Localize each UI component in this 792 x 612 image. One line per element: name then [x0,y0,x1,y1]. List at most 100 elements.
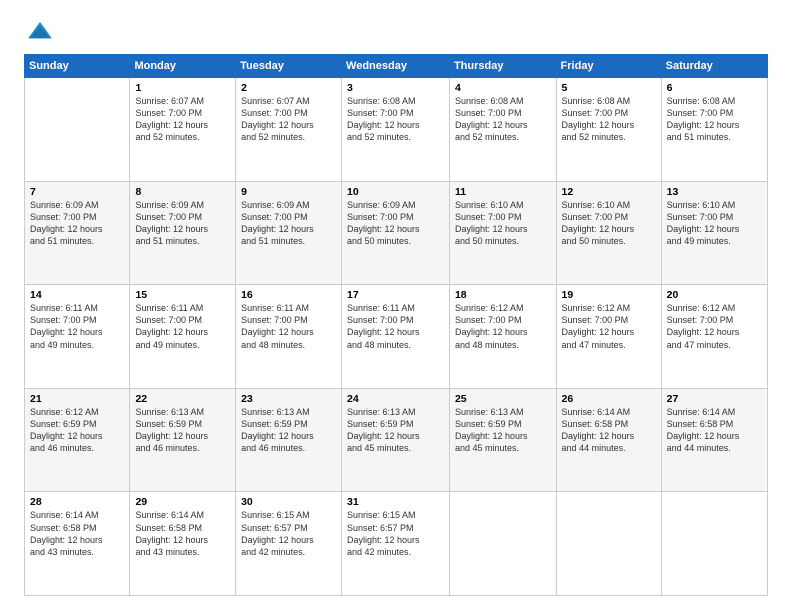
calendar-cell: 8Sunrise: 6:09 AMSunset: 7:00 PMDaylight… [130,181,236,285]
day-number: 31 [347,496,444,508]
day-info: Sunrise: 6:15 AMSunset: 6:57 PMDaylight:… [241,509,336,558]
day-number: 14 [30,289,124,301]
calendar-cell: 9Sunrise: 6:09 AMSunset: 7:00 PMDaylight… [236,181,342,285]
day-number: 6 [667,82,762,94]
day-number: 13 [667,186,762,198]
day-info: Sunrise: 6:08 AMSunset: 7:00 PMDaylight:… [455,95,551,144]
calendar-cell: 10Sunrise: 6:09 AMSunset: 7:00 PMDayligh… [342,181,450,285]
calendar-cell: 7Sunrise: 6:09 AMSunset: 7:00 PMDaylight… [25,181,130,285]
calendar-cell: 14Sunrise: 6:11 AMSunset: 7:00 PMDayligh… [25,285,130,389]
day-info: Sunrise: 6:07 AMSunset: 7:00 PMDaylight:… [135,95,230,144]
day-info: Sunrise: 6:13 AMSunset: 6:59 PMDaylight:… [135,406,230,455]
calendar-week-3: 14Sunrise: 6:11 AMSunset: 7:00 PMDayligh… [25,285,768,389]
day-info: Sunrise: 6:13 AMSunset: 6:59 PMDaylight:… [241,406,336,455]
calendar-cell: 30Sunrise: 6:15 AMSunset: 6:57 PMDayligh… [236,492,342,596]
calendar-week-2: 7Sunrise: 6:09 AMSunset: 7:00 PMDaylight… [25,181,768,285]
calendar-cell: 31Sunrise: 6:15 AMSunset: 6:57 PMDayligh… [342,492,450,596]
calendar-cell: 4Sunrise: 6:08 AMSunset: 7:00 PMDaylight… [449,78,556,182]
calendar-cell: 26Sunrise: 6:14 AMSunset: 6:58 PMDayligh… [556,388,661,492]
day-info: Sunrise: 6:11 AMSunset: 7:00 PMDaylight:… [241,302,336,351]
calendar-cell: 21Sunrise: 6:12 AMSunset: 6:59 PMDayligh… [25,388,130,492]
day-info: Sunrise: 6:11 AMSunset: 7:00 PMDaylight:… [135,302,230,351]
calendar-cell: 19Sunrise: 6:12 AMSunset: 7:00 PMDayligh… [556,285,661,389]
calendar-cell: 11Sunrise: 6:10 AMSunset: 7:00 PMDayligh… [449,181,556,285]
col-header-wednesday: Wednesday [342,55,450,78]
day-info: Sunrise: 6:12 AMSunset: 6:59 PMDaylight:… [30,406,124,455]
day-info: Sunrise: 6:09 AMSunset: 7:00 PMDaylight:… [30,199,124,248]
day-number: 15 [135,289,230,301]
calendar-cell: 28Sunrise: 6:14 AMSunset: 6:58 PMDayligh… [25,492,130,596]
logo-general [24,20,54,48]
calendar-cell: 13Sunrise: 6:10 AMSunset: 7:00 PMDayligh… [661,181,767,285]
day-info: Sunrise: 6:08 AMSunset: 7:00 PMDaylight:… [347,95,444,144]
day-info: Sunrise: 6:12 AMSunset: 7:00 PMDaylight:… [455,302,551,351]
calendar-cell: 22Sunrise: 6:13 AMSunset: 6:59 PMDayligh… [130,388,236,492]
col-header-sunday: Sunday [25,55,130,78]
calendar-week-1: 1Sunrise: 6:07 AMSunset: 7:00 PMDaylight… [25,78,768,182]
logo-icon [26,20,54,42]
day-number: 9 [241,186,336,198]
day-info: Sunrise: 6:10 AMSunset: 7:00 PMDaylight:… [667,199,762,248]
col-header-tuesday: Tuesday [236,55,342,78]
day-info: Sunrise: 6:15 AMSunset: 6:57 PMDaylight:… [347,509,444,558]
day-number: 12 [562,186,656,198]
day-info: Sunrise: 6:09 AMSunset: 7:00 PMDaylight:… [135,199,230,248]
calendar-cell: 27Sunrise: 6:14 AMSunset: 6:58 PMDayligh… [661,388,767,492]
calendar-cell: 25Sunrise: 6:13 AMSunset: 6:59 PMDayligh… [449,388,556,492]
day-number: 28 [30,496,124,508]
day-info: Sunrise: 6:08 AMSunset: 7:00 PMDaylight:… [562,95,656,144]
calendar-cell: 29Sunrise: 6:14 AMSunset: 6:58 PMDayligh… [130,492,236,596]
calendar-cell: 12Sunrise: 6:10 AMSunset: 7:00 PMDayligh… [556,181,661,285]
day-number: 10 [347,186,444,198]
day-number: 3 [347,82,444,94]
day-number: 19 [562,289,656,301]
day-info: Sunrise: 6:11 AMSunset: 7:00 PMDaylight:… [347,302,444,351]
day-number: 11 [455,186,551,198]
calendar-cell: 1Sunrise: 6:07 AMSunset: 7:00 PMDaylight… [130,78,236,182]
day-number: 2 [241,82,336,94]
header [24,20,768,44]
day-info: Sunrise: 6:08 AMSunset: 7:00 PMDaylight:… [667,95,762,144]
calendar-cell: 6Sunrise: 6:08 AMSunset: 7:00 PMDaylight… [661,78,767,182]
day-number: 25 [455,393,551,405]
day-info: Sunrise: 6:10 AMSunset: 7:00 PMDaylight:… [455,199,551,248]
calendar-cell: 2Sunrise: 6:07 AMSunset: 7:00 PMDaylight… [236,78,342,182]
day-info: Sunrise: 6:13 AMSunset: 6:59 PMDaylight:… [347,406,444,455]
day-info: Sunrise: 6:07 AMSunset: 7:00 PMDaylight:… [241,95,336,144]
day-info: Sunrise: 6:12 AMSunset: 7:00 PMDaylight:… [562,302,656,351]
day-number: 20 [667,289,762,301]
day-info: Sunrise: 6:14 AMSunset: 6:58 PMDaylight:… [135,509,230,558]
day-info: Sunrise: 6:14 AMSunset: 6:58 PMDaylight:… [30,509,124,558]
day-number: 30 [241,496,336,508]
day-number: 4 [455,82,551,94]
day-number: 23 [241,393,336,405]
col-header-saturday: Saturday [661,55,767,78]
col-header-thursday: Thursday [449,55,556,78]
day-number: 16 [241,289,336,301]
day-number: 29 [135,496,230,508]
col-header-friday: Friday [556,55,661,78]
day-info: Sunrise: 6:09 AMSunset: 7:00 PMDaylight:… [347,199,444,248]
day-number: 5 [562,82,656,94]
calendar: SundayMondayTuesdayWednesdayThursdayFrid… [24,54,768,596]
calendar-cell: 16Sunrise: 6:11 AMSunset: 7:00 PMDayligh… [236,285,342,389]
day-number: 24 [347,393,444,405]
calendar-cell: 17Sunrise: 6:11 AMSunset: 7:00 PMDayligh… [342,285,450,389]
calendar-cell: 23Sunrise: 6:13 AMSunset: 6:59 PMDayligh… [236,388,342,492]
calendar-week-4: 21Sunrise: 6:12 AMSunset: 6:59 PMDayligh… [25,388,768,492]
day-number: 17 [347,289,444,301]
day-info: Sunrise: 6:10 AMSunset: 7:00 PMDaylight:… [562,199,656,248]
day-number: 8 [135,186,230,198]
day-info: Sunrise: 6:13 AMSunset: 6:59 PMDaylight:… [455,406,551,455]
calendar-cell: 18Sunrise: 6:12 AMSunset: 7:00 PMDayligh… [449,285,556,389]
calendar-header-row: SundayMondayTuesdayWednesdayThursdayFrid… [25,55,768,78]
day-number: 26 [562,393,656,405]
day-number: 27 [667,393,762,405]
day-number: 18 [455,289,551,301]
day-number: 22 [135,393,230,405]
calendar-cell [661,492,767,596]
calendar-week-5: 28Sunrise: 6:14 AMSunset: 6:58 PMDayligh… [25,492,768,596]
calendar-cell: 5Sunrise: 6:08 AMSunset: 7:00 PMDaylight… [556,78,661,182]
calendar-cell: 20Sunrise: 6:12 AMSunset: 7:00 PMDayligh… [661,285,767,389]
day-info: Sunrise: 6:11 AMSunset: 7:00 PMDaylight:… [30,302,124,351]
